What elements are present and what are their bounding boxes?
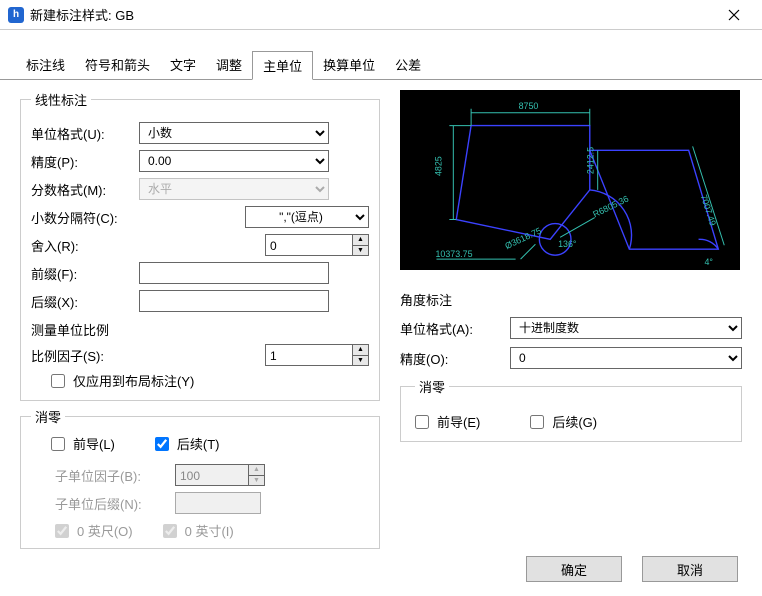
scale-up[interactable]: ▲ [352,345,368,356]
subunit-factor-input [176,465,248,486]
round-spinner[interactable]: ▲▼ [265,234,369,256]
suppress-group: 消零 前导(L) 后续(T) 子单位因子(B): ▲▼ 子单位后缀(N): 0 … [20,407,380,549]
angle-leading-checkbox[interactable] [415,415,429,429]
close-icon [728,9,740,21]
angle-unit-label: 单位格式(A): [400,319,510,338]
subunit-down: ▼ [248,476,264,486]
svg-text:4°: 4° [704,257,713,267]
suffix-input[interactable] [139,290,329,312]
layout-only-label: 仅应用到布局标注(Y) [73,371,194,390]
window-title: 新建标注样式: GB [30,5,714,24]
fraction-select: 水平 [139,178,329,200]
angle-leading-label: 前导(E) [437,412,480,431]
subunit-suffix-input [175,492,261,514]
angle-zero-group: 消零 前导(E) 后续(G) [400,377,742,442]
linear-legend: 线性标注 [31,90,91,109]
tab-alt-units[interactable]: 换算单位 [313,51,385,80]
close-button[interactable] [714,1,754,29]
suffix-label: 后缀(X): [31,292,139,311]
unit-format-label: 单位格式(U): [31,124,139,143]
dialog-footer: 确定 取消 [526,556,738,582]
feet-label: 0 英尺(O) [77,521,133,540]
angle-section-title: 角度标注 [400,290,742,309]
round-label: 舍入(R): [31,236,139,255]
tab-primary-units[interactable]: 主单位 [252,51,313,80]
subunit-factor-label: 子单位因子(B): [55,466,175,485]
angle-zero-legend: 消零 [415,377,449,396]
subunit-up: ▲ [248,465,264,476]
scale-down[interactable]: ▼ [352,356,368,366]
angle-unit-select[interactable]: 十进制度数 [510,317,742,339]
svg-text:2412.5: 2412.5 [586,147,596,174]
svg-text:136°: 136° [558,239,577,249]
subunit-suffix-label: 子单位后缀(N): [55,494,175,513]
preview-pane: 8750 4825 2412.5 10373.75 Ø3618.75 R6805… [400,90,740,270]
leading-label: 前导(L) [73,434,115,453]
angle-precision-select[interactable]: 0 [510,347,742,369]
fraction-label: 分数格式(M): [31,180,139,199]
svg-text:Ø3618.75: Ø3618.75 [503,225,543,251]
tab-tolerance[interactable]: 公差 [385,51,431,80]
unit-format-select[interactable]: 小数 [139,122,329,144]
tab-text[interactable]: 文字 [160,51,206,80]
angle-trailing-checkbox[interactable] [530,415,544,429]
scale-factor-label: 比例因子(S): [31,346,139,365]
layout-only-checkbox[interactable] [51,374,65,388]
angle-trailing-label: 后续(G) [552,412,597,431]
ok-button[interactable]: 确定 [526,556,622,582]
feet-checkbox [55,524,69,538]
tab-bar: 标注线 符号和箭头 文字 调整 主单位 换算单位 公差 [0,50,762,80]
titlebar: h 新建标注样式: GB [0,0,762,30]
precision-select[interactable]: 0.00 [139,150,329,172]
scale-factor-spinner[interactable]: ▲▼ [265,344,369,366]
angle-precision-label: 精度(O): [400,349,510,368]
inch-label: 0 英寸(I) [185,521,234,540]
decimal-sep-select[interactable]: ","(逗点) [245,206,369,228]
scale-subgroup: 测量单位比例 比例因子(S): ▲▼ 仅应用到布局标注(Y) [31,317,369,392]
scale-legend: 测量单位比例 [31,320,369,339]
trailing-label: 后续(T) [177,434,220,453]
decimal-sep-label: 小数分隔符(C): [31,208,139,227]
tab-dimline[interactable]: 标注线 [16,51,75,80]
scale-factor-input[interactable] [266,345,352,366]
svg-text:8750: 8750 [519,101,539,111]
round-up[interactable]: ▲ [352,235,368,246]
svg-text:7007.49: 7007.49 [699,193,718,227]
prefix-input[interactable] [139,262,329,284]
tab-symbols[interactable]: 符号和箭头 [75,51,160,80]
svg-text:4825: 4825 [433,156,443,176]
tab-fit[interactable]: 调整 [206,51,252,80]
prefix-label: 前缀(F): [31,264,139,283]
svg-text:10373.75: 10373.75 [436,249,473,259]
app-icon: h [8,7,24,23]
precision-label: 精度(P): [31,152,139,171]
leading-checkbox[interactable] [51,437,65,451]
round-down[interactable]: ▼ [352,246,368,256]
cancel-button[interactable]: 取消 [642,556,738,582]
round-input[interactable] [266,235,352,256]
suppress-legend: 消零 [31,407,65,426]
trailing-checkbox[interactable] [155,437,169,451]
subunit-factor-spinner: ▲▼ [175,464,265,486]
linear-group: 线性标注 单位格式(U): 小数 精度(P): 0.00 分数格式(M): 水平… [20,90,380,401]
inch-checkbox [163,524,177,538]
